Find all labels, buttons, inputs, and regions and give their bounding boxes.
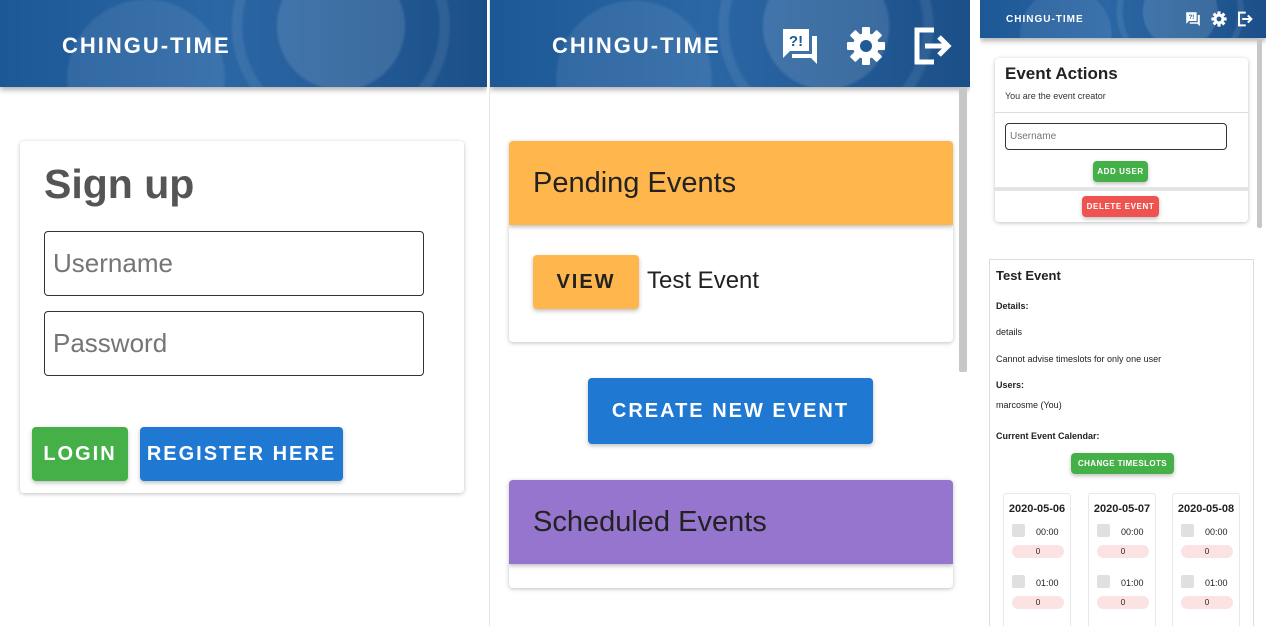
event-title: Test Event (996, 268, 1061, 283)
divider (995, 187, 1248, 191)
scrollbar[interactable] (1257, 38, 1262, 228)
timeslot-checkbox[interactable] (1181, 524, 1194, 537)
users-list: marcosme (You) (996, 400, 1062, 410)
timeslot-time: 01:00 (1121, 578, 1144, 588)
gear-icon[interactable] (1211, 11, 1227, 27)
app-title: CHINGU-TIME (552, 33, 721, 58)
timeslot-checkbox[interactable] (1012, 575, 1025, 588)
create-event-button[interactable]: CREATE NEW EVENT (588, 378, 873, 444)
app-bar: CHINGU-TIME ?! (980, 0, 1266, 38)
pending-events-header: Pending Events (509, 141, 953, 225)
svg-text:?!: ?! (789, 33, 803, 50)
timeslot-time: 00:00 (1121, 527, 1144, 537)
timeslot-time: 01:00 (1036, 578, 1059, 588)
day-date: 2020-05-06 (1008, 503, 1066, 515)
scheduled-events-card: Scheduled Events (509, 480, 953, 588)
event-details-card: Test Event Details: details Cannot advis… (989, 259, 1254, 626)
day-date: 2020-05-07 (1093, 503, 1151, 515)
timeslot-count: 0 (1181, 545, 1233, 558)
view-event-button[interactable]: VIEW (533, 255, 639, 309)
app-title: CHINGU-TIME (62, 33, 231, 58)
scrollbar[interactable] (959, 87, 967, 372)
signup-screen: CHINGU-TIME Sign up LOGIN REGISTER HERE (0, 0, 487, 626)
details-label: Details: (996, 301, 1029, 311)
timeslot-count: 0 (1012, 596, 1064, 609)
app-title: CHINGU-TIME (1006, 14, 1084, 25)
timeslot-count: 0 (1181, 596, 1233, 609)
add-user-username-input[interactable] (1005, 123, 1227, 150)
timeslot-time: 00:00 (1036, 527, 1059, 537)
login-button[interactable]: LOGIN (32, 427, 128, 481)
question-answer-icon[interactable]: ?! (780, 26, 820, 66)
pending-events-title: Pending Events (533, 167, 737, 199)
timeslot-time: 01:00 (1205, 578, 1228, 588)
divider (995, 112, 1248, 113)
timeslot-count: 0 (1097, 596, 1149, 609)
gear-icon[interactable] (846, 26, 886, 66)
username-input[interactable] (44, 231, 424, 296)
app-bar: CHINGU-TIME ?! (490, 0, 970, 87)
advise-note: Cannot advise timeslots for only one use… (996, 354, 1162, 364)
timeslot-count: 0 (1012, 545, 1064, 558)
calendar-day-column: 2020-05-06 00:00 0 01:00 0 (1003, 493, 1071, 626)
timeslot-count: 0 (1097, 545, 1149, 558)
add-user-button[interactable]: ADD USER (1093, 161, 1148, 182)
timeslot-checkbox[interactable] (1097, 524, 1110, 537)
logout-icon[interactable] (912, 26, 952, 66)
logout-icon[interactable] (1237, 11, 1253, 27)
details-text: details (996, 327, 1023, 337)
timeslot-checkbox[interactable] (1097, 575, 1110, 588)
svg-text:?!: ?! (1189, 15, 1195, 21)
timeslot-checkbox[interactable] (1012, 524, 1025, 537)
day-date: 2020-05-08 (1177, 503, 1235, 515)
scheduled-events-title: Scheduled Events (533, 506, 767, 538)
signup-title: Sign up (44, 161, 195, 207)
calendar-label: Current Event Calendar: (996, 431, 1100, 441)
app-bar: CHINGU-TIME (0, 0, 487, 87)
pending-events-card: Pending Events VIEW Test Event (509, 141, 953, 342)
calendar-day-column: 2020-05-07 00:00 0 01:00 0 (1088, 493, 1156, 626)
event-detail-screen: CHINGU-TIME ?! Event Actions You are the… (980, 0, 1266, 626)
users-label: Users: (996, 380, 1025, 390)
signup-card: Sign up LOGIN REGISTER HERE (20, 141, 464, 493)
change-timeslots-button[interactable]: CHANGE TIMESLOTS (1071, 453, 1174, 474)
scheduled-events-header: Scheduled Events (509, 480, 953, 564)
event-actions-card: Event Actions You are the event creator … (995, 58, 1248, 222)
timeslot-checkbox[interactable] (1181, 575, 1194, 588)
calendar-day-column: 2020-05-08 00:00 0 01:00 0 (1172, 493, 1240, 626)
event-actions-subtitle: You are the event creator (1005, 91, 1106, 101)
event-actions-title: Event Actions (1005, 64, 1118, 83)
register-button[interactable]: REGISTER HERE (140, 427, 343, 481)
timeslot-time: 00:00 (1205, 527, 1228, 537)
question-answer-icon[interactable]: ?! (1185, 11, 1201, 27)
dashboard-screen: CHINGU-TIME ?! Pending Events VIEW Test … (489, 0, 970, 626)
event-name: Test Event (647, 267, 760, 294)
delete-event-button[interactable]: DELETE EVENT (1082, 196, 1159, 217)
password-input[interactable] (44, 311, 424, 376)
